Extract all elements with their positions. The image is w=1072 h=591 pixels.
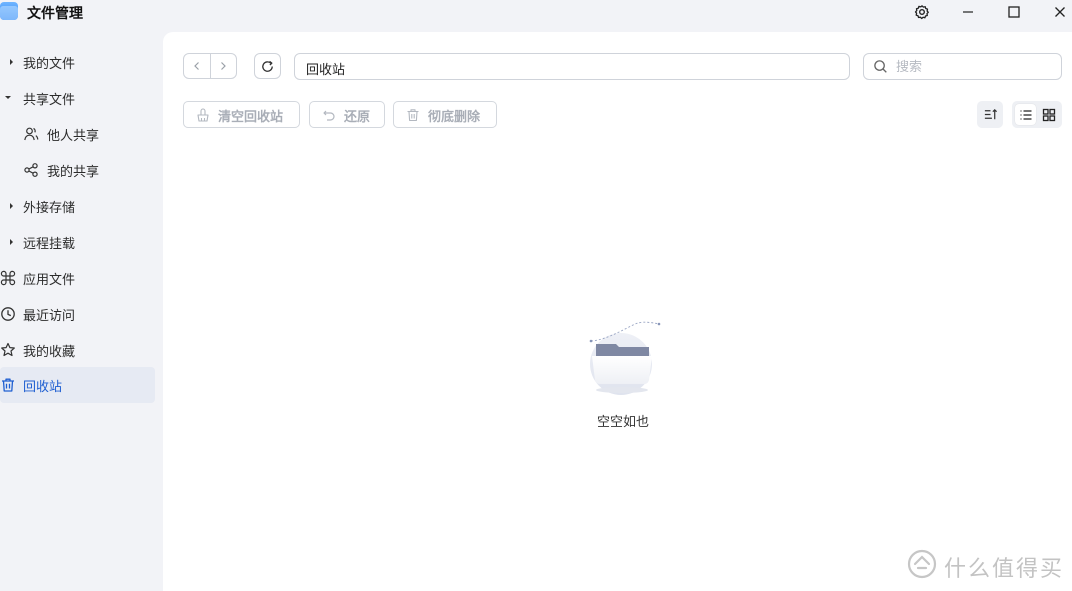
star-icon <box>1 342 15 357</box>
caret-right-icon <box>10 239 13 245</box>
sidebar: 我的文件 共享文件 他人共享 我的共享 外接存储 远程挂载 应用文件 最近访问 … <box>0 34 163 591</box>
close-icon <box>1055 7 1065 17</box>
maximize-button[interactable] <box>994 0 1034 24</box>
empty-trash-label: 清空回收站 <box>218 110 284 125</box>
refresh-button[interactable] <box>254 53 281 79</box>
watermark-text: 什么值得买 <box>944 557 1065 582</box>
sidebar-item-remote-mount[interactable]: 远程挂载 <box>0 224 155 260</box>
minimize-button[interactable] <box>948 0 988 24</box>
share-icon <box>24 163 38 177</box>
sidebar-item-label: 外接存储 <box>23 201 76 216</box>
view-toggle <box>1012 101 1062 128</box>
command-icon <box>0 270 16 286</box>
trash-icon <box>2 378 14 392</box>
settings-button[interactable] <box>902 0 942 24</box>
path-bar[interactable]: 回收站 <box>294 53 850 80</box>
main-panel: 回收站 清空回收站 还原 彻底删除 <box>163 32 1072 591</box>
sort-icon <box>984 108 997 120</box>
sidebar-item-label: 我的共享 <box>47 165 100 180</box>
sidebar-item-my-files[interactable]: 我的文件 <box>0 44 155 80</box>
sidebar-item-label: 他人共享 <box>47 129 100 144</box>
folder-app-icon <box>0 2 18 20</box>
watermark: 什么值得买 <box>906 548 1066 582</box>
restore-label: 还原 <box>344 110 371 125</box>
minimize-icon <box>963 11 973 13</box>
sidebar-item-recent[interactable]: 最近访问 <box>0 296 155 332</box>
users-icon <box>24 127 39 141</box>
gear-icon <box>914 5 929 20</box>
sidebar-item-label: 共享文件 <box>23 93 76 108</box>
delete-forever-button[interactable]: 彻底删除 <box>393 101 497 128</box>
chevron-right-icon <box>221 62 227 70</box>
search-icon <box>874 60 887 73</box>
sidebar-item-favorites[interactable]: 我的收藏 <box>0 332 155 368</box>
sidebar-item-shared-with-me[interactable]: 他人共享 <box>0 116 155 152</box>
sidebar-item-app-files[interactable]: 应用文件 <box>0 260 155 296</box>
list-icon <box>1020 109 1031 120</box>
maximize-icon <box>1008 6 1020 18</box>
search-input[interactable] <box>896 58 1046 76</box>
sidebar-item-label: 最近访问 <box>23 309 76 324</box>
title-bar: 文件管理 <box>0 0 1072 28</box>
empty-state-text: 空空如也 <box>596 415 649 430</box>
search-box[interactable] <box>863 53 1062 80</box>
sidebar-item-my-shares[interactable]: 我的共享 <box>0 152 155 188</box>
sidebar-item-label: 远程挂载 <box>23 237 76 252</box>
clean-icon <box>197 108 209 122</box>
caret-right-icon <box>10 203 13 209</box>
sidebar-item-label: 回收站 <box>23 380 63 395</box>
sidebar-item-trash[interactable]: 回收站 <box>0 367 155 403</box>
nav-buttons <box>183 53 237 79</box>
caret-down-icon <box>5 96 11 99</box>
grid-view-button[interactable] <box>1038 104 1059 125</box>
refresh-icon <box>262 60 273 72</box>
empty-folder-illustration <box>589 321 661 395</box>
sidebar-item-shared-files[interactable]: 共享文件 <box>0 80 155 116</box>
app-title: 文件管理 <box>27 6 83 22</box>
sidebar-item-label: 我的文件 <box>23 57 76 72</box>
close-button[interactable] <box>1040 0 1072 24</box>
clock-icon <box>1 307 15 321</box>
trash-icon <box>407 109 419 122</box>
sidebar-item-label: 我的收藏 <box>23 345 76 360</box>
current-path: 回收站 <box>306 63 346 78</box>
sidebar-item-external-storage[interactable]: 外接存储 <box>0 188 155 224</box>
restore-button[interactable]: 还原 <box>309 101 385 128</box>
chevron-left-icon <box>193 62 199 70</box>
watermark-logo-icon <box>907 549 937 579</box>
caret-right-icon <box>10 59 13 65</box>
sort-button[interactable] <box>977 101 1003 128</box>
delete-forever-label: 彻底删除 <box>428 110 481 125</box>
empty-trash-button[interactable]: 清空回收站 <box>183 101 300 128</box>
back-button[interactable] <box>184 54 211 78</box>
grid-icon <box>1042 108 1055 121</box>
list-view-button[interactable] <box>1015 104 1036 125</box>
undo-icon <box>323 110 335 121</box>
forward-button[interactable] <box>211 54 237 78</box>
sidebar-item-label: 应用文件 <box>23 273 76 288</box>
